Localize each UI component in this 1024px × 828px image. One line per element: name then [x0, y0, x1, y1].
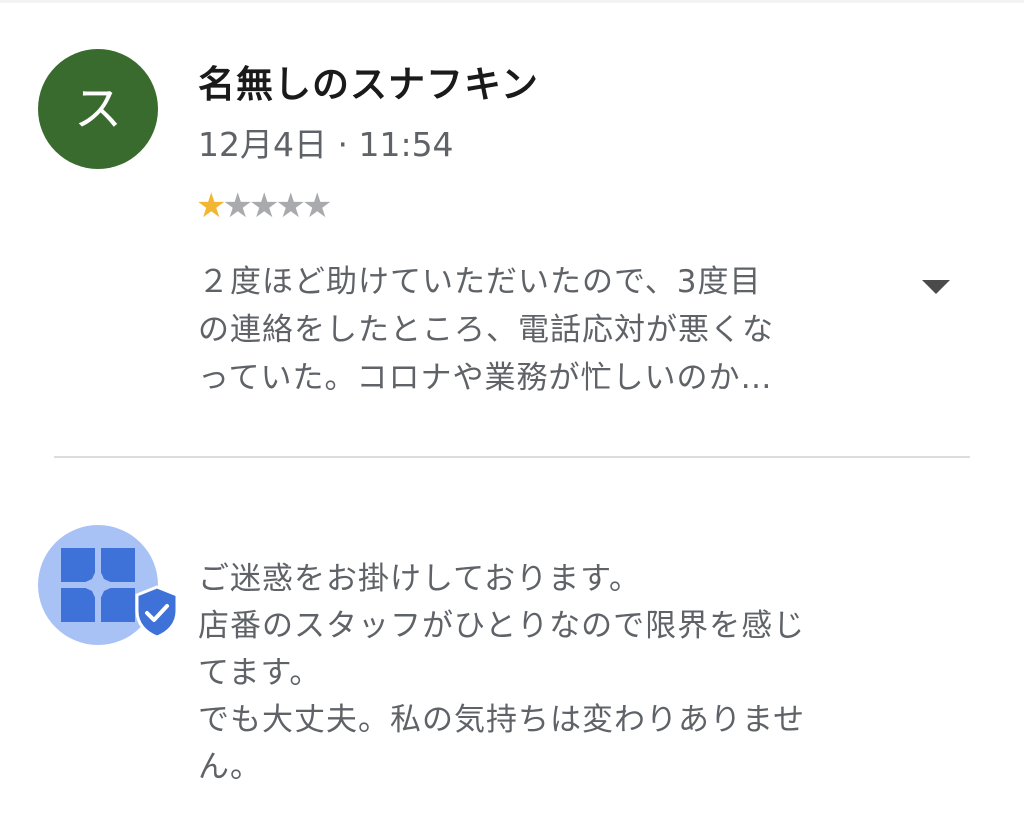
reviewer-name[interactable]: 名無しのスナフキン [198, 54, 539, 108]
avatar-initial: ス [73, 81, 122, 137]
star-icon: ★ [301, 186, 333, 226]
star-icon: ★ [248, 186, 280, 226]
reply-text-line: 店番のスタッフがひとりなので限界を感じ [198, 608, 806, 644]
review-text-line: ２度ほど助けていただいたので、3度目 [198, 264, 762, 300]
verified-shield-icon [135, 585, 179, 639]
review-text-line: っていた。コロナや業務が忙しいのか… [198, 360, 773, 396]
reviewer-avatar[interactable]: ス [38, 49, 158, 169]
star-icon: ★ [222, 186, 253, 226]
reply-text-line: ん。 [198, 749, 262, 785]
star-icon: ★ [275, 186, 306, 226]
review-text[interactable]: ２度ほど助けていただいたので、3度目 の連絡をしたところ、電話応対が悪くな って… [198, 258, 858, 402]
reply-text-line: てます。 [198, 655, 322, 691]
star-icon: ★ [196, 186, 227, 226]
owner-reply-text: ご迷惑をお掛けしております。 店番のスタッフがひとりなので限界を感じ てます。 … [198, 556, 898, 791]
reply-text-line: ご迷惑をお掛けしております。 [198, 561, 642, 597]
chevron-down-icon[interactable] [922, 280, 950, 294]
review-page: ス 名無しのスナフキン 12月4日 · 11:54 ★★★★★ ２度ほど助けてい… [0, 0, 1024, 828]
divider [54, 456, 970, 458]
review-text-line: の連絡をしたところ、電話応対が悪くな [198, 312, 774, 348]
reply-text-line: でも大丈夫。私の気持ちは変わりありませ [198, 702, 806, 738]
top-edge [0, 0, 1024, 3]
star-rating: ★★★★★ [196, 186, 333, 226]
review-date: 12月4日 · 11:54 [198, 125, 454, 164]
store-icon [61, 548, 135, 622]
